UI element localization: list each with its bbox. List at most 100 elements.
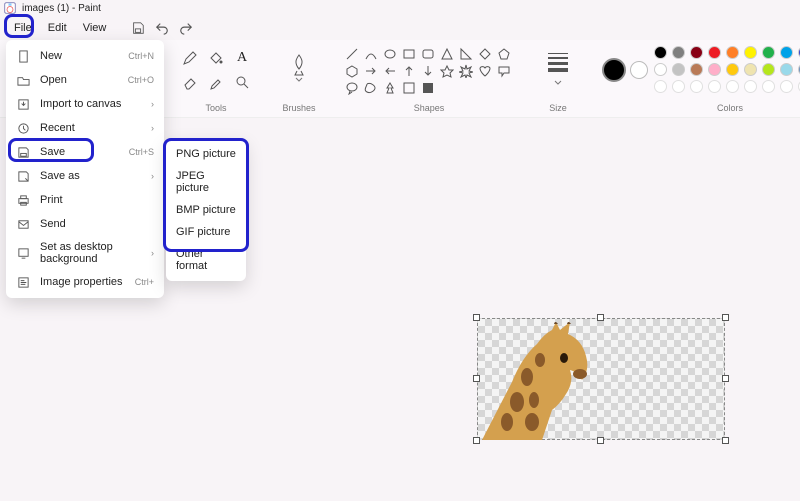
- chevron-right-icon: ›: [151, 248, 154, 258]
- size-dropdown[interactable]: [542, 46, 574, 88]
- color-swatch-empty[interactable]: [672, 80, 685, 93]
- properties-icon: [16, 275, 30, 289]
- resize-handle[interactable]: [597, 314, 604, 321]
- color-swatch[interactable]: [708, 63, 721, 76]
- saveas-submenu: PNG pictureJPEG pictureBMP pictureGIF pi…: [166, 139, 246, 281]
- ribbon-group-colors: Colors: [596, 44, 800, 117]
- chevron-down-icon: [295, 77, 303, 82]
- import-icon: [16, 97, 30, 111]
- shape-outline-dropdown[interactable]: [401, 80, 417, 96]
- file-menu-new[interactable]: NewCtrl+N: [6, 44, 164, 68]
- tools-label: Tools: [205, 103, 226, 113]
- shapes-palette[interactable]: [344, 46, 514, 96]
- file-menu-print[interactable]: Print: [6, 188, 164, 212]
- color-swatch-empty[interactable]: [744, 80, 757, 93]
- brushes-dropdown[interactable]: [282, 46, 316, 88]
- menubar: File Edit View: [0, 16, 800, 40]
- color-swatch-empty[interactable]: [762, 80, 775, 93]
- resize-handle[interactable]: [473, 314, 480, 321]
- desktop-icon: [16, 246, 30, 260]
- color-swatch[interactable]: [690, 46, 703, 59]
- saveas-png-picture[interactable]: PNG picture: [166, 143, 246, 165]
- saveas-icon: [16, 169, 30, 183]
- shape-fill-dropdown[interactable]: [420, 80, 436, 96]
- menu-view[interactable]: View: [75, 19, 115, 37]
- menu-edit[interactable]: Edit: [40, 19, 75, 37]
- resize-handle[interactable]: [473, 375, 480, 382]
- pencil-tool[interactable]: [178, 46, 202, 70]
- chevron-right-icon: ›: [151, 123, 154, 133]
- color-swatch[interactable]: [726, 46, 739, 59]
- color-swatch[interactable]: [762, 46, 775, 59]
- brushes-label: Brushes: [282, 103, 315, 113]
- undo-button[interactable]: [153, 19, 171, 37]
- file-menu-recent[interactable]: Recent›: [6, 116, 164, 140]
- color-swatch[interactable]: [672, 63, 685, 76]
- redo-button[interactable]: [177, 19, 195, 37]
- color-swatch[interactable]: [690, 63, 703, 76]
- color-1[interactable]: [602, 58, 626, 82]
- ribbon-group-size: Size: [536, 44, 580, 117]
- save-quick-button[interactable]: [129, 19, 147, 37]
- resize-handle[interactable]: [722, 437, 729, 444]
- size-label: Size: [549, 103, 567, 113]
- color-swatch[interactable]: [654, 46, 667, 59]
- color-swatch-empty[interactable]: [690, 80, 703, 93]
- colors-label: Colors: [717, 103, 743, 113]
- shapes-label: Shapes: [414, 103, 445, 113]
- giraffe-image: [482, 322, 622, 440]
- open-icon: [16, 73, 30, 87]
- new-icon: [16, 49, 30, 63]
- color-swatch-empty[interactable]: [708, 80, 721, 93]
- color-swatch[interactable]: [780, 46, 793, 59]
- saveas-jpeg-picture[interactable]: JPEG picture: [166, 165, 246, 199]
- color-swatch-empty[interactable]: [654, 80, 667, 93]
- eraser-tool[interactable]: [178, 70, 202, 94]
- color-swatch[interactable]: [744, 46, 757, 59]
- menu-file[interactable]: File: [6, 19, 40, 37]
- file-menu-save[interactable]: SaveCtrl+S: [6, 140, 164, 164]
- file-menu-send[interactable]: Send: [6, 212, 164, 236]
- chevron-right-icon: ›: [151, 171, 154, 181]
- file-menu-import-to-canvas[interactable]: Import to canvas›: [6, 92, 164, 116]
- print-icon: [16, 193, 30, 207]
- recent-icon: [16, 121, 30, 135]
- color-swatch[interactable]: [672, 46, 685, 59]
- fill-tool[interactable]: [204, 46, 228, 70]
- picker-tool[interactable]: [204, 70, 228, 94]
- magnifier-tool[interactable]: [230, 70, 254, 94]
- send-icon: [16, 217, 30, 231]
- color-swatch-empty[interactable]: [780, 80, 793, 93]
- saveas-gif-picture[interactable]: GIF picture: [166, 221, 246, 243]
- color-palette[interactable]: [654, 46, 800, 94]
- resize-handle[interactable]: [722, 375, 729, 382]
- file-menu-set-as-desktop-background[interactable]: Set as desktop background›: [6, 236, 164, 270]
- saveas-bmp-picture[interactable]: BMP picture: [166, 199, 246, 221]
- file-menu-image-properties[interactable]: Image propertiesCtrl+: [6, 270, 164, 294]
- saveas-other-format[interactable]: Other format: [166, 243, 246, 277]
- ribbon-group-tools: A Tools: [172, 44, 260, 117]
- selected-image[interactable]: [477, 318, 725, 440]
- color-swatch[interactable]: [780, 63, 793, 76]
- file-dropdown-menu: NewCtrl+NOpenCtrl+OImport to canvas›Rece…: [6, 40, 164, 298]
- chevron-down-icon: [554, 80, 562, 85]
- window-title: images (1) - Paint: [22, 3, 101, 14]
- resize-handle[interactable]: [473, 437, 480, 444]
- text-tool[interactable]: A: [230, 46, 254, 70]
- resize-handle[interactable]: [597, 437, 604, 444]
- color-swatch[interactable]: [726, 63, 739, 76]
- ribbon-group-shapes: Shapes: [338, 44, 520, 117]
- app-icon: [4, 2, 16, 14]
- titlebar: images (1) - Paint: [0, 0, 800, 16]
- chevron-right-icon: ›: [151, 99, 154, 109]
- color-swatch[interactable]: [654, 63, 667, 76]
- file-menu-save-as[interactable]: Save as›: [6, 164, 164, 188]
- color-2[interactable]: [630, 61, 648, 79]
- color-swatch[interactable]: [744, 63, 757, 76]
- save-icon: [16, 145, 30, 159]
- file-menu-open[interactable]: OpenCtrl+O: [6, 68, 164, 92]
- color-swatch[interactable]: [708, 46, 721, 59]
- color-swatch[interactable]: [762, 63, 775, 76]
- resize-handle[interactable]: [722, 314, 729, 321]
- color-swatch-empty[interactable]: [726, 80, 739, 93]
